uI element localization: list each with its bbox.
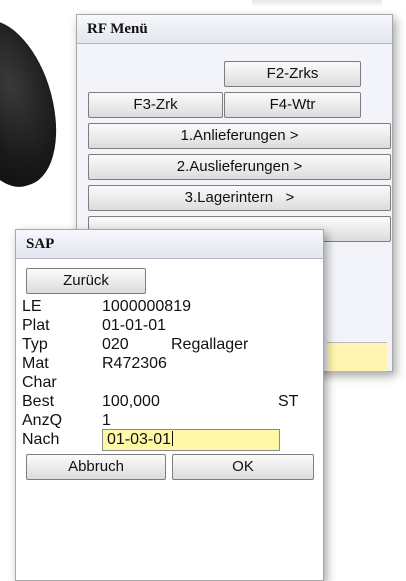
best-unit: ST <box>278 393 299 410</box>
rf-menu-title: RF Menü <box>77 15 392 44</box>
nach-label: Nach <box>22 431 60 448</box>
nach-input[interactable]: 01-03-01 <box>102 429 280 451</box>
plat-row: Plat 01-01-01 <box>22 316 312 335</box>
anzq-label: AnzQ <box>22 412 63 429</box>
rf-input-field[interactable] <box>327 342 387 372</box>
plat-value: 01-01-01 <box>102 317 167 334</box>
handheld-device-image <box>0 7 77 199</box>
f4-wtr-button[interactable]: F4-Wtr <box>224 92 361 118</box>
lagerintern-button[interactable]: 3.Lagerintern > <box>88 185 391 211</box>
sap-window-title: SAP <box>16 230 323 259</box>
best-value: 100,000 <box>102 393 160 410</box>
cancel-button[interactable]: Abbruch <box>26 454 166 480</box>
nach-row: Nach <box>22 430 102 449</box>
anzq-value: 1 <box>102 412 111 429</box>
char-label: Char <box>22 374 57 391</box>
anlieferungen-button[interactable]: 1.Anlieferungen > <box>88 123 391 149</box>
char-row: Char <box>22 373 312 392</box>
le-label: LE <box>22 298 42 315</box>
le-value: 1000000819 <box>102 298 191 315</box>
sap-window-body: Zurück LE 1000000819 Plat 01-01-01 Typ 0… <box>16 259 323 580</box>
best-row: Best 100,000 ST <box>22 392 312 411</box>
le-row: LE 1000000819 <box>22 297 312 316</box>
sap-window: SAP Zurück LE 1000000819 Plat 01-01-01 T… <box>15 229 324 581</box>
mat-row: Mat R472306 <box>22 354 312 373</box>
anzq-row: AnzQ 1 <box>22 411 312 430</box>
mat-value: R472306 <box>102 355 167 372</box>
nach-input-value: 01-03-01 <box>107 431 172 448</box>
ok-button[interactable]: OK <box>172 454 314 480</box>
f2-zrks-button[interactable]: F2-Zrks <box>224 61 361 87</box>
device-ring <box>0 73 3 124</box>
mat-label: Mat <box>22 355 49 372</box>
plat-label: Plat <box>22 317 50 334</box>
best-label: Best <box>22 393 55 410</box>
background-window-edge <box>252 0 382 6</box>
typ-label: Typ <box>22 336 48 353</box>
auslieferungen-button[interactable]: 2.Auslieferungen > <box>88 154 391 180</box>
f3-zrk-button[interactable]: F3-Zrk <box>88 92 223 118</box>
typ-row: Typ 020 Regallager <box>22 335 312 354</box>
text-cursor <box>172 431 174 446</box>
back-button[interactable]: Zurück <box>26 268 146 294</box>
typ-description: Regallager <box>171 336 249 353</box>
typ-value: 020 <box>102 336 129 353</box>
